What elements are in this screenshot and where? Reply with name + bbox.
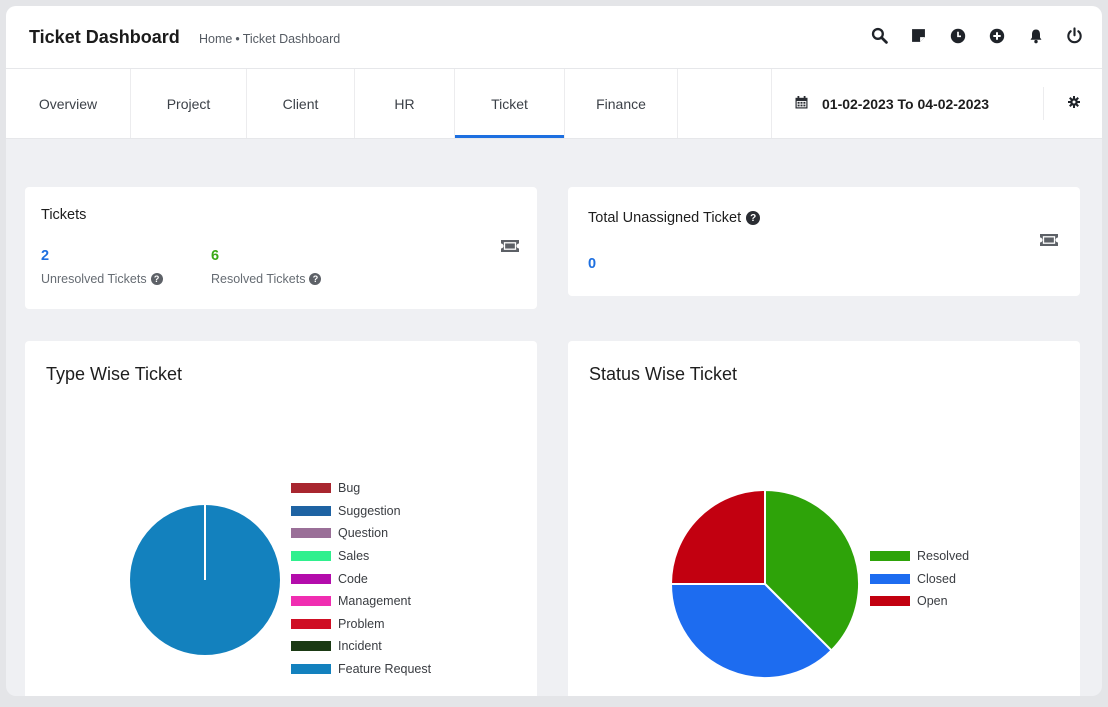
help-icon[interactable]: ? — [309, 273, 322, 285]
ticket-icon — [500, 239, 520, 258]
tab-finance[interactable]: Finance — [564, 69, 678, 138]
unassigned-ticket-card: Total Unassigned Ticket ? 0 — [568, 187, 1080, 296]
legend-item[interactable]: Question — [291, 522, 431, 545]
legend-item[interactable]: Feature Request — [291, 658, 431, 681]
top-bar: Ticket Dashboard Home • Ticket Dashboard — [6, 6, 1102, 69]
tab-ticket[interactable]: Ticket — [455, 69, 564, 138]
bell-icon[interactable] — [1026, 26, 1045, 45]
legend-item[interactable]: Closed — [870, 568, 969, 591]
help-icon[interactable]: ? — [150, 273, 163, 285]
tab-bar: Overview Project Client HR Ticket Financ… — [6, 69, 1102, 139]
power-icon[interactable] — [1065, 26, 1084, 45]
plus-circle-icon[interactable] — [987, 26, 1006, 45]
legend-item[interactable]: Resolved — [870, 545, 969, 568]
legend-item[interactable]: Suggestion — [291, 500, 431, 523]
unassigned-card-title: Total Unassigned Ticket ? — [588, 210, 761, 226]
tickets-card-title: Tickets — [41, 207, 87, 223]
legend-swatch — [291, 596, 331, 607]
legend-swatch — [291, 551, 331, 562]
legend-swatch — [291, 505, 331, 516]
breadcrumb-separator: • — [235, 32, 240, 46]
breadcrumb: Home • Ticket Dashboard — [199, 32, 340, 46]
legend-item[interactable]: Sales — [291, 545, 431, 568]
legend-label: Bug — [338, 481, 361, 496]
status-wise-legend: Resolved Closed Open — [870, 545, 969, 613]
type-wise-ticket-card: Type Wise Ticket Bug Suggestion Question Sa… — [25, 341, 537, 696]
legend-swatch — [870, 596, 910, 607]
legend-label: Feature Request — [338, 662, 432, 677]
legend-item[interactable]: Incident — [291, 635, 431, 658]
unresolved-label: Unresolved Tickets ? — [41, 272, 163, 286]
clock-icon[interactable] — [948, 26, 967, 45]
unresolved-count: 2 — [41, 248, 50, 264]
legend-label: Question — [338, 526, 389, 541]
date-range-picker[interactable]: 01-02-2023 To 04-02-2023 — [771, 69, 1043, 138]
legend-label: Suggestion — [338, 503, 401, 518]
calendar-icon — [795, 95, 808, 112]
unassigned-count: 0 — [588, 256, 597, 272]
tab-client[interactable]: Client — [247, 69, 355, 138]
resolved-label-text: Resolved Tickets — [211, 272, 306, 286]
unresolved-label-text: Unresolved Tickets — [41, 272, 147, 286]
pie-slice-open[interactable] — [670, 489, 766, 585]
top-icon-bar — [870, 26, 1084, 45]
legend-label: Management — [338, 594, 411, 609]
legend-item[interactable]: Bug — [291, 477, 431, 500]
legend-label: Incident — [338, 639, 382, 654]
status-wise-chart-title: Status Wise Ticket — [589, 364, 738, 384]
page-title: Ticket Dashboard — [29, 27, 180, 47]
tab-overview[interactable]: Overview — [6, 69, 131, 138]
settings-button[interactable] — [1043, 87, 1102, 120]
legend-label: Closed — [917, 571, 956, 586]
breadcrumb-home[interactable]: Home — [199, 32, 232, 46]
legend-label: Sales — [338, 549, 370, 564]
legend-swatch — [291, 664, 331, 675]
tab-hr[interactable]: HR — [355, 69, 455, 138]
legend-label: Resolved — [917, 549, 970, 564]
unassigned-card-title-text: Total Unassigned Ticket — [588, 210, 742, 226]
help-icon[interactable]: ? — [746, 211, 761, 225]
legend-label: Open — [917, 594, 948, 609]
ticket-icon — [1039, 233, 1059, 252]
app-window: Ticket Dashboard Home•Ticket Dashboard — [6, 6, 1102, 696]
legend-swatch — [291, 483, 331, 494]
resolved-count: 6 — [211, 248, 220, 264]
type-wise-legend: Bug Suggestion Question Sales Code Management… — [291, 477, 431, 680]
status-wise-ticket-card: Status Wise Ticket Resolved Closed Open — [568, 341, 1080, 696]
legend-item[interactable]: Open — [870, 590, 969, 613]
tickets-card: Tickets 2 Unresolved Tickets ? 6 Resolve… — [25, 187, 537, 309]
breadcrumb-current: Ticket Dashboard — [242, 32, 341, 46]
search-icon[interactable] — [870, 26, 889, 45]
type-wise-pie-chart — [128, 503, 282, 657]
sticky-note-icon[interactable] — [909, 26, 928, 45]
legend-swatch — [870, 551, 910, 562]
tab-project[interactable]: Project — [131, 69, 247, 138]
legend-item[interactable]: Code — [291, 567, 431, 590]
legend-label: Code — [338, 571, 368, 586]
status-wise-pie-chart — [670, 489, 860, 679]
legend-label: Problem — [338, 616, 385, 631]
legend-item[interactable]: Problem — [291, 613, 431, 636]
date-range-text: 01-02-2023 To 04-02-2023 — [822, 95, 990, 112]
gear-icon — [1067, 95, 1080, 113]
type-wise-chart-title: Type Wise Ticket — [46, 364, 183, 384]
legend-swatch — [291, 618, 331, 629]
legend-swatch — [291, 573, 331, 584]
legend-swatch — [291, 641, 331, 652]
legend-item[interactable]: Management — [291, 590, 431, 613]
legend-swatch — [870, 573, 910, 584]
legend-swatch — [291, 528, 331, 539]
resolved-label: Resolved Tickets ? — [211, 272, 322, 286]
